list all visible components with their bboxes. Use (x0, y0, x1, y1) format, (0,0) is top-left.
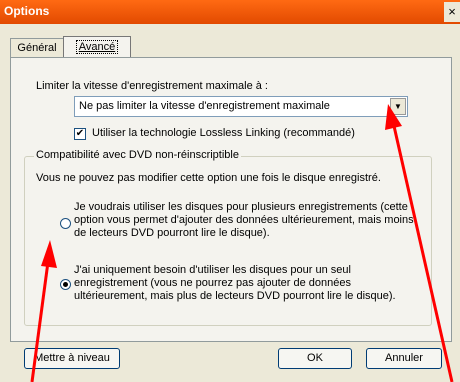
options-dialog: Options × Général Avancé Limiter la vite… (0, 0, 460, 382)
compat-note: Vous ne pouvez pas modifier cette option… (36, 172, 381, 184)
chevron-down-icon[interactable]: ▼ (390, 98, 406, 115)
radio-single-session[interactable] (60, 279, 71, 290)
tab-general[interactable]: Général (10, 38, 64, 57)
radio-multi-session-label: Je voudrais utiliser les disques pour pl… (74, 201, 414, 239)
speed-select[interactable]: Ne pas limiter la vitesse d'enregistreme… (74, 96, 408, 117)
tab-avance-label: Avancé (75, 40, 119, 54)
lossless-label: Utiliser la technologie Lossless Linking… (92, 127, 355, 139)
speed-label: Limiter la vitesse d'enregistrement maxi… (36, 80, 268, 92)
compat-group-title: Compatibilité avec DVD non-réinscriptibl… (34, 149, 241, 161)
upgrade-button[interactable]: Mettre à niveau (24, 348, 120, 369)
title-bar: Options × (0, 0, 460, 24)
radio-multi-session[interactable] (60, 218, 71, 229)
speed-select-value: Ne pas limiter la vitesse d'enregistreme… (79, 100, 330, 112)
radio-single-session-label: J'ai uniquement besoin d'utiliser les di… (74, 264, 396, 302)
ok-button[interactable]: OK (278, 348, 352, 369)
window-title: Options (4, 4, 50, 18)
cancel-button[interactable]: Annuler (366, 348, 442, 369)
tab-avance[interactable]: Avancé (63, 36, 131, 59)
lossless-checkbox[interactable]: ✔ (74, 128, 86, 140)
close-icon[interactable]: × (444, 2, 460, 22)
